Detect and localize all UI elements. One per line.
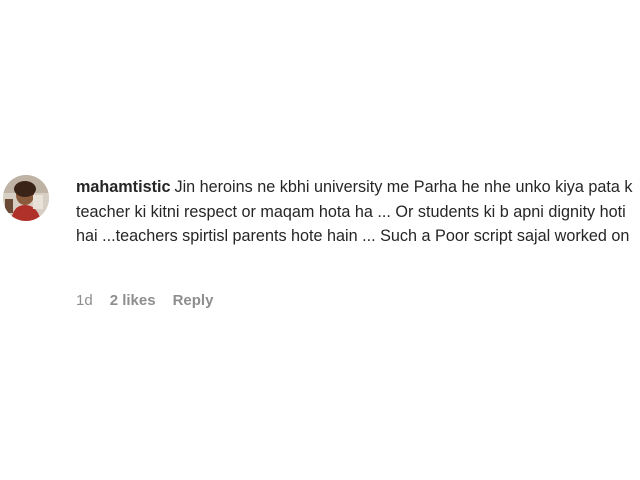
likes-count[interactable]: 2 likes <box>110 292 156 309</box>
comment: mahamtistic Jin heroins ne kbhi universit… <box>0 0 640 480</box>
avatar-image <box>3 175 49 221</box>
comment-text: mahamtistic Jin heroins ne kbhi universit… <box>76 175 636 249</box>
comment-body: mahamtistic Jin heroins ne kbhi universit… <box>76 175 636 249</box>
reply-button[interactable]: Reply <box>173 292 214 309</box>
comment-timestamp[interactable]: 1d <box>76 292 93 309</box>
comment-meta: 1d 2 likes Reply <box>76 292 213 309</box>
avatar[interactable] <box>3 175 49 221</box>
username-link[interactable]: mahamtistic <box>76 178 170 196</box>
